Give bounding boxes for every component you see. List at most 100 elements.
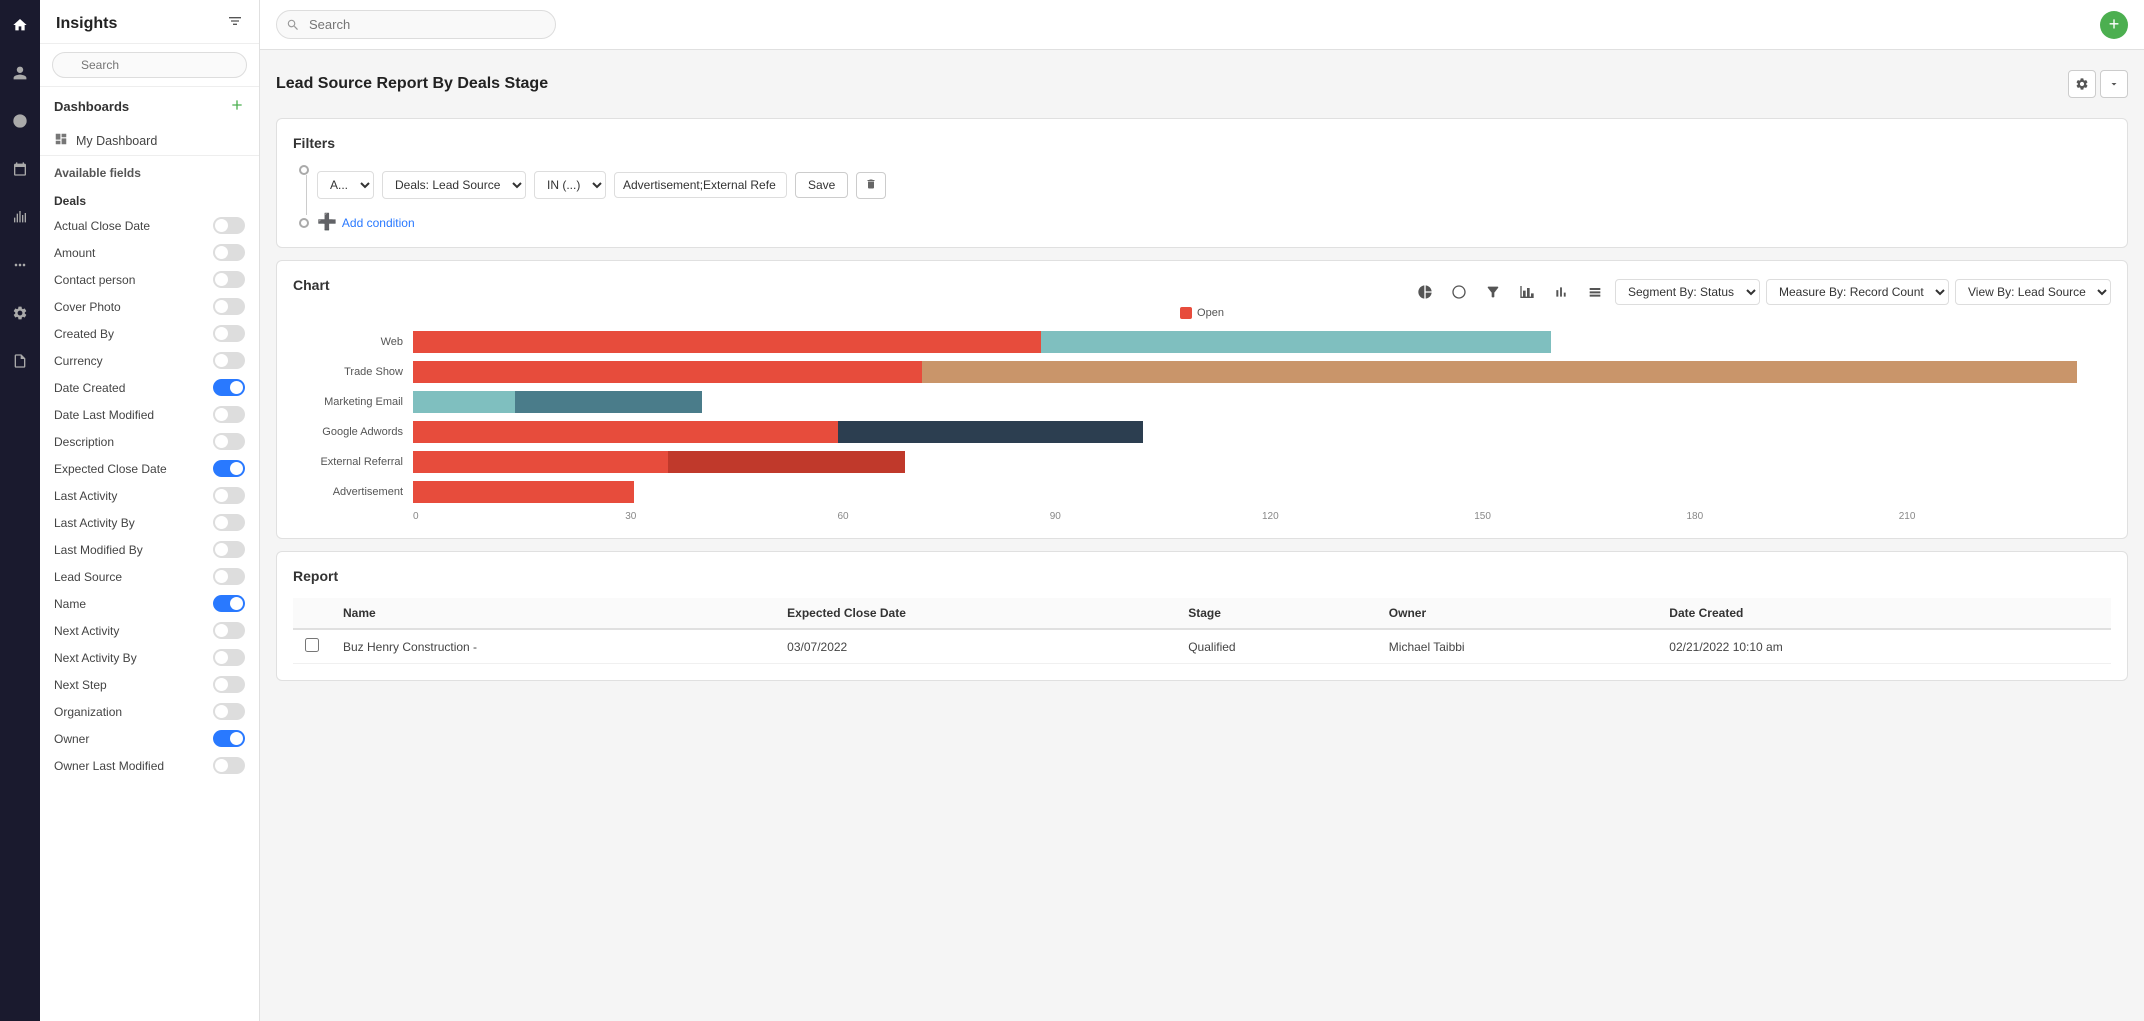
field-toggle[interactable] (213, 379, 245, 396)
filter-dot-2 (299, 218, 309, 228)
field-toggle[interactable] (213, 487, 245, 504)
content-area: Lead Source Report By Deals Stage Filter… (260, 50, 2144, 1021)
available-fields-title: Available fields (40, 155, 259, 186)
chart-column-icon[interactable] (1547, 278, 1575, 306)
field-name: Amount (54, 246, 95, 260)
row-expected-close: 03/07/2022 (775, 629, 1176, 664)
field-name: Last Activity By (54, 516, 135, 530)
filter-value-input[interactable] (614, 172, 787, 198)
gear-button[interactable] (2068, 70, 2096, 98)
table-header-row: Name Expected Close Date Stage Owner Dat… (293, 598, 2111, 629)
chart-bar-icon[interactable] (1513, 278, 1541, 306)
field-toggle[interactable] (213, 568, 245, 585)
nav-icon-home[interactable] (5, 10, 35, 40)
bar-label-web: Web (303, 336, 413, 348)
sidebar-search-input[interactable] (52, 52, 247, 78)
chart-stacked-icon[interactable] (1581, 278, 1609, 306)
bar-segment (1041, 331, 1550, 353)
measure-by-select[interactable]: Measure By: Record Count (1766, 279, 1949, 305)
dashboards-label: Dashboards (54, 99, 129, 114)
field-toggle[interactable] (213, 271, 245, 288)
field-toggle[interactable] (213, 757, 245, 774)
field-toggle[interactable] (213, 352, 245, 369)
field-row: Date Last Modified (40, 401, 259, 428)
nav-icon-more[interactable] (5, 250, 35, 280)
row-checkbox[interactable] (305, 638, 319, 652)
filter-field-select[interactable]: Deals: Lead Source (382, 171, 526, 199)
field-toggle[interactable] (213, 541, 245, 558)
table-row[interactable]: Buz Henry Construction - 03/07/2022 Qual… (293, 629, 2111, 664)
field-row: Expected Close Date (40, 455, 259, 482)
field-toggle[interactable] (213, 298, 245, 315)
row-checkbox-cell[interactable] (293, 629, 331, 664)
sidebar-filter-icon[interactable] (227, 14, 243, 33)
filter-operator-select[interactable]: A... (317, 171, 374, 199)
chart-pie-icon[interactable] (1411, 278, 1439, 306)
nav-icon-settings[interactable] (5, 298, 35, 328)
field-toggle[interactable] (213, 460, 245, 477)
field-toggle[interactable] (213, 649, 245, 666)
field-name: Owner Last Modified (54, 759, 164, 773)
field-name: Cover Photo (54, 300, 121, 314)
field-row: Next Step (40, 671, 259, 698)
field-row: Organization (40, 698, 259, 725)
field-toggle[interactable] (213, 514, 245, 531)
chart-filter-icon[interactable] (1479, 278, 1507, 306)
field-toggle[interactable] (213, 676, 245, 693)
x-tick-0: 0 (413, 511, 625, 522)
bar-segment (413, 331, 1041, 353)
add-condition-button[interactable]: ➕ Add condition (317, 215, 415, 231)
nav-icon-chart[interactable] (5, 202, 35, 232)
segment-by-select[interactable]: Segment By: Status (1615, 279, 1760, 305)
field-toggle[interactable] (213, 730, 245, 747)
dropdown-chevron-button[interactable] (2100, 70, 2128, 98)
top-search-input[interactable] (276, 10, 556, 39)
filters-title: Filters (293, 135, 2111, 151)
bar-label-trade-show: Trade Show (303, 366, 413, 378)
view-by-select[interactable]: View By: Lead Source (1955, 279, 2111, 305)
field-toggle[interactable] (213, 433, 245, 450)
legend-open-dot (1180, 307, 1192, 319)
field-row: Cover Photo (40, 293, 259, 320)
bar-google-adwords: Google Adwords (303, 421, 2111, 443)
field-toggle[interactable] (213, 217, 245, 234)
bar-advertisement: Advertisement (303, 481, 2111, 503)
filter-condition-select[interactable]: IN (...) (534, 171, 606, 199)
col-name: Name (331, 598, 775, 629)
dashboard-icon (54, 132, 68, 149)
field-toggle[interactable] (213, 703, 245, 720)
nav-icon-deals[interactable] (5, 106, 35, 136)
x-tick-150: 150 (1474, 511, 1686, 522)
filter-line (306, 175, 307, 215)
bar-trade-show: Trade Show (303, 361, 2111, 383)
bar-track-google-adwords (413, 421, 2111, 443)
filter-save-button[interactable]: Save (795, 172, 848, 198)
col-checkbox (293, 598, 331, 629)
sidebar-search-area (40, 44, 259, 87)
field-toggle[interactable] (213, 325, 245, 342)
chart-card: Chart (276, 260, 2128, 539)
nav-icon-reports[interactable] (5, 346, 35, 376)
nav-icon-calendar[interactable] (5, 154, 35, 184)
legend-open-label: Open (1197, 307, 1224, 319)
field-toggle[interactable] (213, 595, 245, 612)
field-name: Organization (54, 705, 122, 719)
sidebar-item-my-dashboard[interactable]: My Dashboard (40, 126, 259, 155)
nav-icon-contacts[interactable] (5, 58, 35, 88)
report-section-title: Report (293, 568, 2111, 584)
bar-label-marketing-email: Marketing Email (303, 396, 413, 408)
chart-donut-icon[interactable] (1445, 278, 1473, 306)
field-name: Date Created (54, 381, 125, 395)
bar-chart: Web Trade Show Marketing Email (293, 331, 2111, 522)
add-button[interactable]: + (2100, 11, 2128, 39)
filter-delete-button[interactable] (856, 172, 886, 199)
field-toggle[interactable] (213, 244, 245, 261)
bar-web: Web (303, 331, 2111, 353)
bar-track-trade-show (413, 361, 2111, 383)
add-dashboard-button[interactable] (229, 97, 245, 116)
field-toggle[interactable] (213, 622, 245, 639)
bar-segment (413, 481, 634, 503)
field-toggle[interactable] (213, 406, 245, 423)
add-condition-icon: ➕ (317, 215, 337, 231)
chart-title-row: Chart (293, 277, 2111, 307)
